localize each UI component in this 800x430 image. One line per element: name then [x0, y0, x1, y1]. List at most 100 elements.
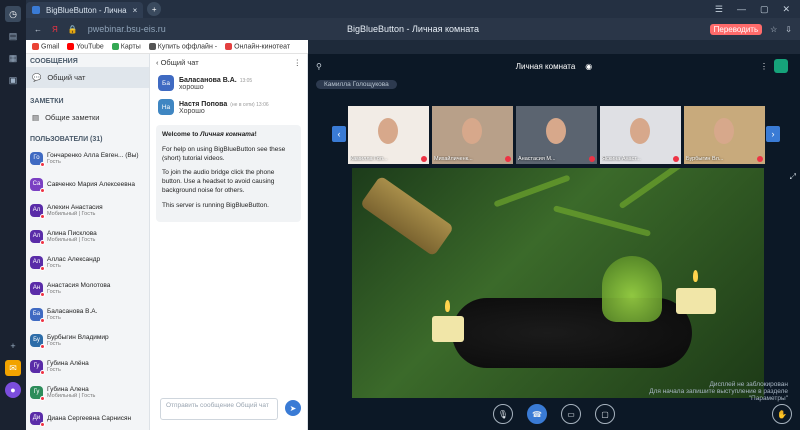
- leave-audio-button[interactable]: ☎: [527, 404, 547, 424]
- webcam-user-name: Бурбыгин Вл...: [686, 156, 724, 162]
- connection-status-icon[interactable]: [774, 59, 788, 73]
- tiles-prev-button[interactable]: ‹: [332, 126, 346, 142]
- webcam-tile[interactable]: Михайличенк...: [432, 106, 513, 164]
- share-screen-button[interactable]: ▢: [595, 404, 615, 424]
- user-role: Мобильный | Гость: [47, 392, 96, 399]
- avatar: Ал: [30, 255, 45, 271]
- webcam-tile[interactable]: Яскина Анаст...: [600, 106, 681, 164]
- lock-icon: 🔒: [67, 24, 78, 34]
- store-icon[interactable]: ▤: [5, 28, 21, 44]
- minimize-icon[interactable]: —: [737, 4, 746, 15]
- avatar: Ба: [30, 307, 45, 323]
- user-list-item[interactable]: Ал Алехин Анастасия Мобильный | Гость: [26, 197, 149, 223]
- user-list-item[interactable]: Бу Бурбыгин Владимир Гость: [26, 327, 149, 353]
- microphone-off-icon: [589, 156, 595, 162]
- bookmark-item[interactable]: Купить оффлайн -: [148, 42, 217, 50]
- participant-video: [714, 118, 734, 144]
- download-icon[interactable]: ⇩: [785, 25, 792, 34]
- shared-notes-item[interactable]: ▤ Общие заметки: [26, 107, 149, 128]
- chat-back-button[interactable]: ‹ Общий чат: [156, 58, 199, 67]
- user-list-item[interactable]: Ал Аллас Александр Гость: [26, 249, 149, 275]
- chat-header: ‹ Общий чат ⋮: [150, 54, 307, 71]
- tab-close-icon[interactable]: ×: [133, 6, 138, 15]
- yandex-icon[interactable]: Я: [52, 25, 58, 34]
- bookmark-item[interactable]: YouTube: [67, 42, 104, 50]
- os-sidebar: ◷ ▤ ▦ ▣ + ✉ ●: [0, 0, 26, 430]
- raise-hand-button[interactable]: ✋: [772, 404, 792, 424]
- bookmarks-menu-icon[interactable]: ☰: [715, 4, 723, 15]
- message-text: Хорошо: [179, 108, 205, 115]
- user-list-item[interactable]: Гу Губина Алёна Гость: [26, 353, 149, 379]
- vk-icon[interactable]: ▣: [5, 72, 21, 88]
- user-name: Гончаренко Алла Евген... (Вы): [47, 151, 139, 159]
- user-list-item[interactable]: Ал Алина Писклова Мобильный | Гость: [26, 223, 149, 249]
- recording-indicator-icon[interactable]: ◉: [585, 62, 592, 71]
- tab-favicon-icon: [32, 6, 40, 14]
- stage-header: ⚲ Личная комната ◉ ⋮: [308, 54, 800, 78]
- bookmark-item[interactable]: Gmail: [32, 42, 59, 50]
- notes-section-title: ЗАМЕТКИ: [30, 98, 64, 105]
- bookmark-favicon-icon: [111, 42, 119, 50]
- browser-tab[interactable]: BigBlueButton - Лична ×: [26, 2, 144, 18]
- chat-message-input[interactable]: Отправить сообщение Общий чат: [160, 398, 278, 420]
- webcam-user-name: Михайличенк...: [434, 156, 473, 162]
- alice-icon[interactable]: ●: [5, 382, 21, 398]
- user-toggle-icon[interactable]: ⚲: [316, 62, 322, 71]
- bookmark-star-icon[interactable]: ☆: [770, 25, 777, 34]
- public-chat-item[interactable]: 💬 Общий чат: [26, 67, 149, 88]
- leaf-shape: [493, 174, 571, 208]
- bookmark-favicon-icon: [225, 42, 233, 50]
- tiles-next-button[interactable]: ›: [766, 126, 780, 142]
- message-author: Баласанова В.А.: [179, 77, 237, 84]
- user-name: Баласанова В.А.: [47, 307, 98, 315]
- tab-title: BigBlueButton - Лична: [46, 5, 127, 15]
- send-message-button[interactable]: ➤: [285, 400, 301, 416]
- bookmark-icon[interactable]: ▦: [5, 50, 21, 66]
- bookmark-favicon-icon: [67, 42, 75, 50]
- stage-options-icon[interactable]: ⋮: [760, 62, 768, 71]
- bookmark-item[interactable]: Онлайн-кинотеат: [225, 42, 290, 50]
- url-field[interactable]: pwebinar.bsu-eis.ru: [88, 24, 166, 34]
- user-list-item[interactable]: Ба Баласанова В.А. Гость: [26, 301, 149, 327]
- bookmark-item[interactable]: Карты: [111, 42, 141, 50]
- mail-icon[interactable]: ✉: [5, 360, 21, 376]
- talking-indicator[interactable]: Камилла Голощукова: [316, 80, 397, 89]
- avatar: Ба: [158, 75, 174, 91]
- chat-bubble-icon: 💬: [32, 73, 42, 82]
- user-list-item[interactable]: Са Савченко Мария Алексеевна: [26, 171, 149, 197]
- microphone-off-icon: [40, 369, 45, 375]
- bookmarks-bar: Gmail YouTube Карты Купить оффлайн - Онлайн-…: [26, 40, 308, 54]
- user-list-item[interactable]: Ди Диана Сергеевна Сарнисян: [26, 405, 149, 430]
- user-name: Аллас Александр: [47, 255, 101, 263]
- presentation-stage: ⚲ Личная комната ◉ ⋮ Камилла Голощукова …: [308, 54, 800, 430]
- tab-strip: BigBlueButton - Лична × + ☰ — ▢ ✕: [26, 0, 800, 18]
- webcam-tile[interactable]: Камилла Гол...: [348, 106, 429, 164]
- new-tab-button[interactable]: +: [147, 2, 162, 16]
- translate-button[interactable]: Переводить: [709, 23, 763, 35]
- user-role: Мобильный | Гость: [47, 236, 96, 243]
- microphone-off-icon: [40, 317, 45, 323]
- user-list-panel: СООБЩЕНИЯ 💬 Общий чат ЗАМЕТКИ ▤ Общие за…: [26, 54, 150, 430]
- fullscreen-icon[interactable]: ⤢: [790, 172, 796, 182]
- microphone-off-icon: [40, 343, 45, 349]
- user-list-item[interactable]: Ан Анастасия Молотова Гость: [26, 275, 149, 301]
- mute-microphone-button[interactable]: 🎙: [493, 404, 513, 424]
- maximize-icon[interactable]: ▢: [760, 4, 769, 15]
- webcam-tile[interactable]: Анастасия М...: [516, 106, 597, 164]
- public-chat-label: Общий чат: [47, 73, 86, 82]
- user-list-item[interactable]: Гу Губина Алена Мобильный | Гость: [26, 379, 149, 405]
- avatar: Ал: [30, 203, 45, 219]
- share-webcam-button[interactable]: ▭: [561, 404, 581, 424]
- back-icon[interactable]: ←: [34, 25, 42, 34]
- webcam-tile[interactable]: Бурбыгин Вл...: [684, 106, 765, 164]
- participant-video: [378, 118, 398, 144]
- webcam-user-name: Яскина Анаст...: [602, 156, 641, 162]
- microphone-off-icon: [40, 265, 45, 271]
- close-window-icon[interactable]: ✕: [782, 4, 790, 15]
- add-icon[interactable]: +: [5, 338, 21, 354]
- clock-icon[interactable]: ◷: [5, 6, 21, 22]
- chat-messages: Ба Баласанова В.А. 13:05 хорошо На Настя Попо…: [150, 71, 307, 119]
- user-list-item[interactable]: Го Гончаренко Алла Евген... (Вы) Гость: [26, 145, 149, 171]
- chat-options-icon[interactable]: ⋮: [294, 58, 302, 67]
- user-name: Савченко Мария Алексеевна: [47, 180, 135, 188]
